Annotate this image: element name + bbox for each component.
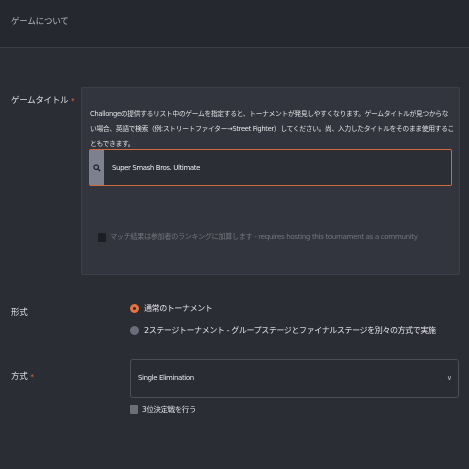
- format-option-two-stage[interactable]: 2ステージトーナメント - グループステージとファイナルステージを別々の方式で実…: [130, 325, 436, 336]
- ranking-checkbox-box: [98, 232, 106, 242]
- search-icon: [90, 150, 104, 185]
- method-select[interactable]: Single Elimination ∨: [130, 359, 459, 398]
- game-search-field[interactable]: [89, 149, 452, 186]
- required-mark: *: [30, 373, 34, 381]
- section-title: ゲームについて: [11, 17, 69, 27]
- third-place-checkbox-label: 3位決定戦を行う: [142, 405, 197, 414]
- required-mark: *: [71, 97, 75, 105]
- page: ゲームについて ゲームタイトル * Challongeの提供するリスト中のゲームを…: [0, 0, 469, 469]
- format-option-label: 通常のトーナメント: [144, 304, 213, 313]
- format-label: 形式: [11, 308, 28, 318]
- third-place-checkbox-box[interactable]: [130, 405, 138, 414]
- game-panel: Challongeの提供するリスト中のゲームを指定すると、トーナメントが発見しや…: [81, 87, 460, 275]
- method-label-text: 方式: [11, 372, 28, 382]
- format-option-label: 2ステージトーナメント - グループステージとファイナルステージを別々の方式で実…: [144, 326, 436, 335]
- game-description: Challongeの提供するリスト中のゲームを指定すると、トーナメントが発見しや…: [90, 110, 454, 148]
- method-select-value: Single Elimination: [138, 374, 194, 382]
- section-header: ゲームについて: [0, 0, 469, 48]
- radio-selected-icon[interactable]: [130, 304, 139, 313]
- chevron-down-icon: ∨: [446, 374, 452, 382]
- ranking-checkbox: マッチ結果は参加者のランキングに加算します - requires hosting…: [98, 232, 418, 242]
- radio-unselected-icon[interactable]: [130, 326, 139, 335]
- format-option-single-stage[interactable]: 通常のトーナメント: [130, 303, 213, 314]
- game-title-label: ゲームタイトル *: [11, 94, 75, 106]
- game-title-label-text: ゲームタイトル: [11, 96, 69, 106]
- third-place-checkbox[interactable]: 3位決定戦を行う: [130, 404, 196, 415]
- method-label: 方式 *: [11, 370, 34, 382]
- game-search-input[interactable]: [104, 150, 451, 185]
- ranking-checkbox-label: マッチ結果は参加者のランキングに加算します - requires hosting…: [110, 232, 418, 241]
